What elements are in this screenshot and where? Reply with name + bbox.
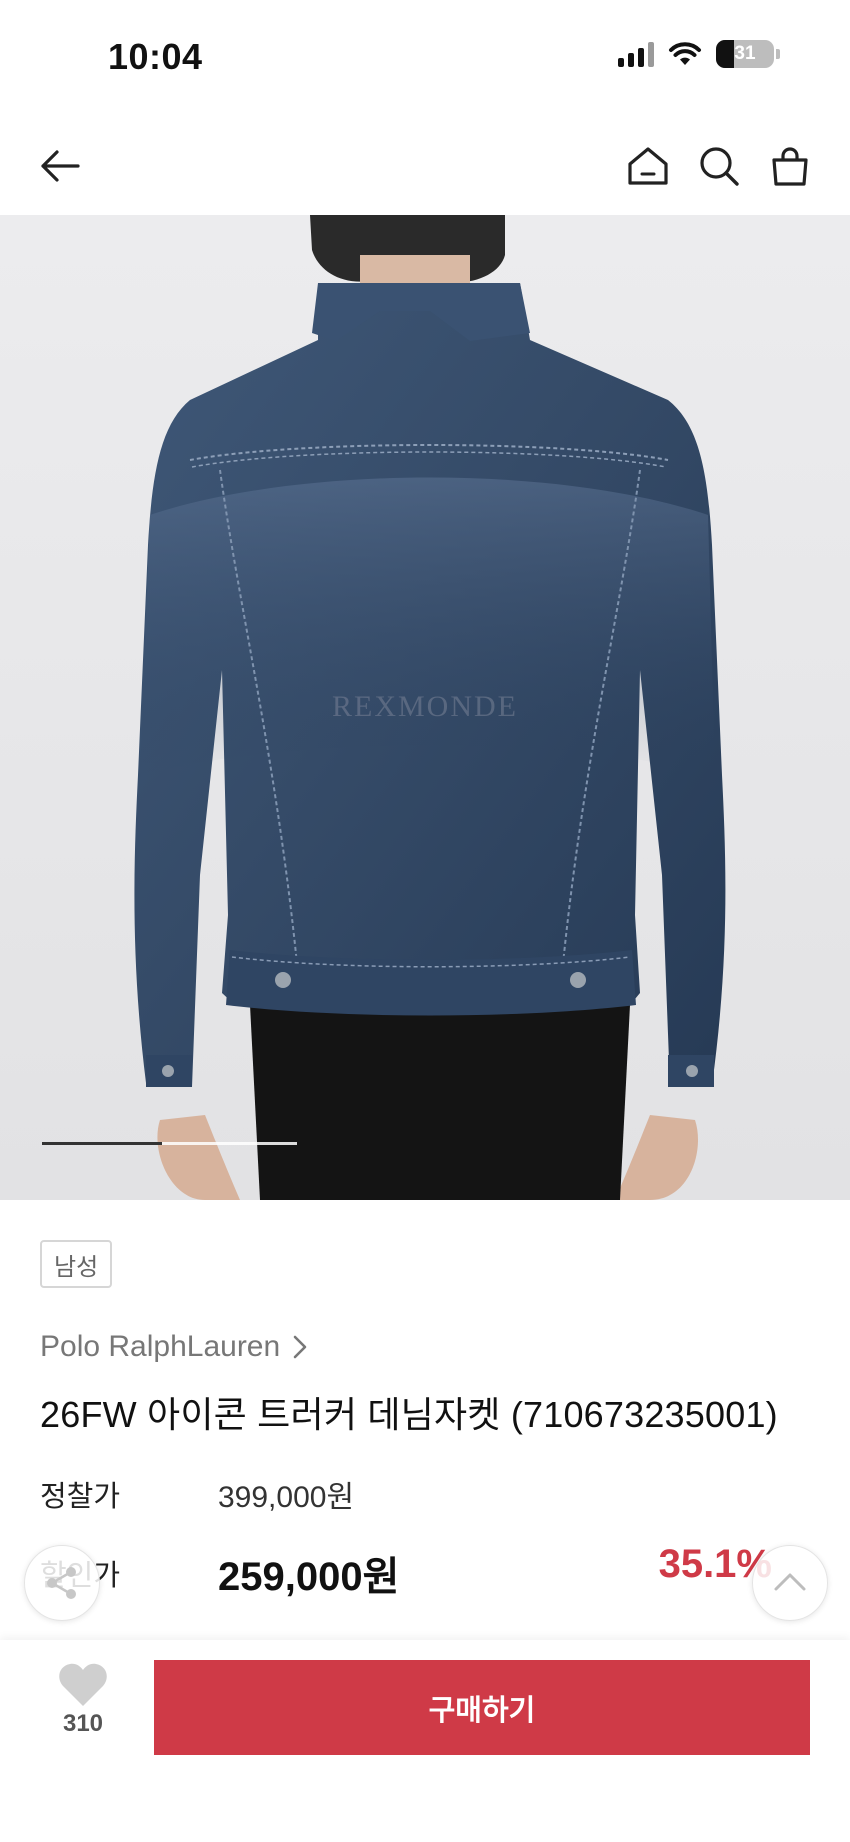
status-time: 10:04 bbox=[108, 36, 203, 77]
scroll-top-button[interactable] bbox=[752, 1545, 828, 1621]
home-icon bbox=[628, 147, 668, 185]
scroll-top-icon bbox=[774, 1573, 806, 1591]
share-button[interactable] bbox=[24, 1545, 100, 1621]
brand-name: Polo RalphLauren bbox=[40, 1330, 281, 1363]
cart-button[interactable] bbox=[762, 138, 818, 194]
sale-price: 259,000원 bbox=[218, 1555, 400, 1599]
carousel-indicator-thumb bbox=[42, 1142, 162, 1145]
back-arrow-icon bbox=[41, 150, 80, 182]
carousel-indicator bbox=[42, 1142, 297, 1145]
like-button[interactable]: 310 bbox=[50, 1662, 116, 1738]
share-icon bbox=[47, 1567, 76, 1599]
chevron-right-icon bbox=[293, 1335, 307, 1359]
signal-icon bbox=[618, 41, 654, 67]
brand-link[interactable]: Polo RalphLauren bbox=[40, 1330, 308, 1364]
search-button[interactable] bbox=[691, 138, 747, 194]
battery-level: 31 bbox=[734, 43, 756, 64]
top-nav bbox=[0, 130, 850, 202]
home-button[interactable] bbox=[620, 138, 676, 194]
wifi-icon bbox=[669, 42, 701, 65]
status-icons: 31 bbox=[618, 40, 780, 68]
list-price: 399,000원 bbox=[218, 1481, 355, 1514]
product-image-carousel[interactable]: REXMONDE bbox=[0, 215, 850, 1200]
list-price-row: 정찰가 399,000원 bbox=[40, 1472, 354, 1516]
product-title: 26FW 아이콘 트러커 데님자켓 (710673235001) bbox=[40, 1394, 778, 1435]
list-price-label: 정찰가 bbox=[40, 1481, 121, 1513]
gender-tag: 남성 bbox=[40, 1240, 113, 1288]
heart-icon bbox=[59, 1663, 107, 1706]
buy-button[interactable]: 구매하기 bbox=[154, 1660, 810, 1755]
search-icon bbox=[700, 147, 739, 186]
bottom-action-bar: 310 구매하기 bbox=[0, 1640, 850, 1842]
back-button[interactable] bbox=[32, 138, 88, 194]
shopping-bag-icon bbox=[772, 147, 808, 186]
like-count: 310 bbox=[62, 1710, 104, 1737]
status-bar: 10:04 31 bbox=[0, 0, 850, 115]
image-watermark: REXMONDE bbox=[332, 690, 518, 723]
battery-icon: 31 bbox=[716, 40, 780, 68]
